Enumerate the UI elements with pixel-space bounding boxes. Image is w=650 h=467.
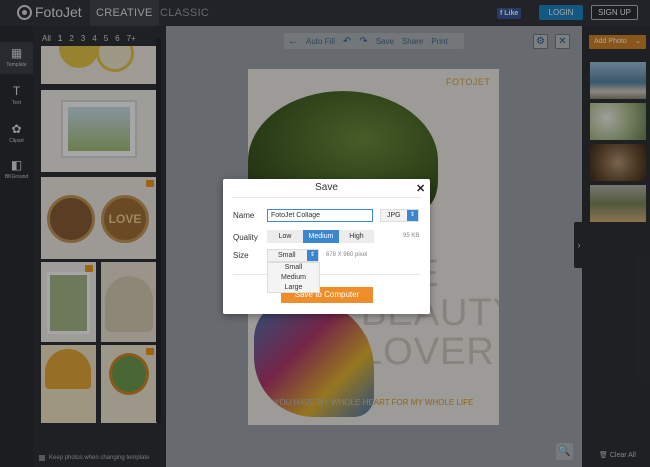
dialog-separator (233, 274, 420, 275)
quality-low-button[interactable]: Low (267, 230, 303, 243)
format-select[interactable]: JPG ⇕ (380, 209, 419, 222)
quality-medium-button[interactable]: Medium (303, 230, 339, 243)
quality-label: Quality (233, 233, 258, 242)
size-select[interactable]: Small ⇕ (267, 249, 319, 262)
updown-arrow-icon: ⇕ (407, 210, 418, 221)
size-value: Small (278, 252, 296, 259)
quality-high-button[interactable]: High (339, 230, 374, 243)
format-value: JPG (387, 212, 401, 219)
size-pixels: 678 X 960 pixel (326, 252, 368, 258)
estimated-file-size: 95 KB (403, 233, 420, 239)
size-option-medium[interactable]: Medium (268, 273, 319, 283)
name-label: Name (233, 211, 255, 220)
size-label: Size (233, 251, 249, 260)
close-dialog-button[interactable]: ✕ (416, 182, 425, 195)
updown-arrow-icon: ⇕ (307, 250, 318, 261)
size-option-large[interactable]: Large (268, 283, 319, 293)
file-name-input[interactable] (267, 209, 373, 222)
close-icon: ✕ (416, 183, 426, 195)
size-option-small[interactable]: Small (268, 263, 319, 273)
dialog-divider (232, 197, 421, 198)
dialog-title: Save (315, 182, 338, 193)
size-dropdown-menu: Small Medium Large (267, 262, 320, 293)
